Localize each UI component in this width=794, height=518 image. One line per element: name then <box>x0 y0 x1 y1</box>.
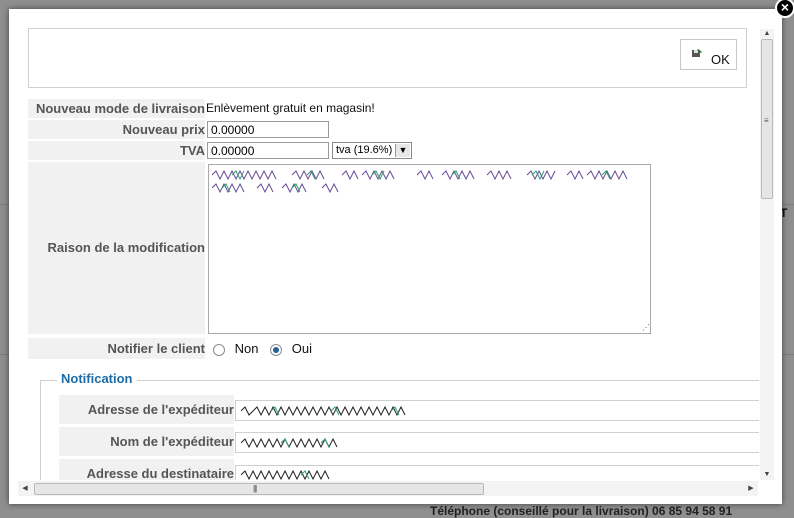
notify-label: Notifier le client <box>28 338 205 359</box>
vertical-scroll-thumb[interactable]: ≡ <box>761 39 773 199</box>
notify-yes-radio[interactable] <box>270 343 283 356</box>
modal-dialog: OK Nouveau mode de livraison Enlèvement … <box>9 9 782 504</box>
redacted-text <box>241 438 338 448</box>
notify-no-label: Non <box>234 341 259 356</box>
grip-icon: ≡ <box>764 116 769 125</box>
recipient-address-label: Adresse du destinataire <box>59 459 234 480</box>
notify-no-radio[interactable] <box>213 343 225 356</box>
form-row-notify: Notifier le client Non Oui <box>28 338 745 359</box>
ok-button[interactable]: OK <box>680 39 737 70</box>
horizontal-scrollbar[interactable]: ◀ ||| ▶ <box>18 481 758 496</box>
save-icon <box>692 49 702 57</box>
tva-input[interactable] <box>207 142 329 159</box>
close-icon[interactable]: × <box>775 0 794 18</box>
redacted-text <box>212 170 628 180</box>
notify-yes-label: Oui <box>291 341 312 356</box>
delivery-mode-value: Enlèvement gratuit en magasin! <box>206 101 375 115</box>
price-label: Nouveau prix <box>28 120 205 139</box>
resize-handle-icon[interactable]: ⋰ <box>642 323 650 332</box>
sender-address-label: Adresse de l'expéditeur <box>59 395 234 424</box>
recipient-address-field[interactable] <box>235 465 759 480</box>
horizontal-scroll-thumb[interactable]: ||| <box>34 483 484 495</box>
redacted-text <box>241 406 406 416</box>
background-phone-text: Téléphone (conseillé pour la livraison) … <box>430 504 733 518</box>
scroll-down-icon[interactable]: ▼ <box>760 470 774 480</box>
toolbar-box: OK <box>28 28 747 88</box>
reason-label: Raison de la modification <box>28 162 205 334</box>
dialog-content: OK Nouveau mode de livraison Enlèvement … <box>9 9 759 480</box>
ok-button-label: OK <box>711 52 730 67</box>
tva-select[interactable]: tva (19.6%) ▼ <box>332 142 412 159</box>
form-row-delivery-mode: Nouveau mode de livraison Enlèvement gra… <box>28 99 745 118</box>
scroll-right-icon[interactable]: ▶ <box>746 483 756 495</box>
scroll-left-icon[interactable]: ◀ <box>20 483 30 495</box>
redacted-text <box>212 183 339 193</box>
reason-textarea[interactable]: ⋰ <box>208 164 651 334</box>
price-input[interactable] <box>207 121 329 138</box>
notification-legend: Notification <box>57 371 137 386</box>
tva-select-value: tva (19.6%) <box>336 144 393 156</box>
redacted-text <box>241 470 330 480</box>
grip-icon: ||| <box>253 484 257 493</box>
scroll-up-icon[interactable]: ▲ <box>760 29 774 39</box>
delivery-mode-label: Nouveau mode de livraison <box>28 99 205 118</box>
vertical-scrollbar[interactable]: ▲ ≡ ▼ <box>760 29 774 480</box>
sender-address-field[interactable] <box>235 400 759 421</box>
form-row-tva: TVA tva (19.6%) ▼ <box>28 141 745 160</box>
notify-options: Non Oui <box>213 339 312 358</box>
sender-name-field[interactable] <box>235 432 759 453</box>
tva-label: TVA <box>28 141 205 160</box>
sender-name-label: Nom de l'expéditeur <box>59 427 234 456</box>
chevron-down-icon: ▼ <box>395 144 410 157</box>
form-row-price: Nouveau prix <box>28 120 745 139</box>
